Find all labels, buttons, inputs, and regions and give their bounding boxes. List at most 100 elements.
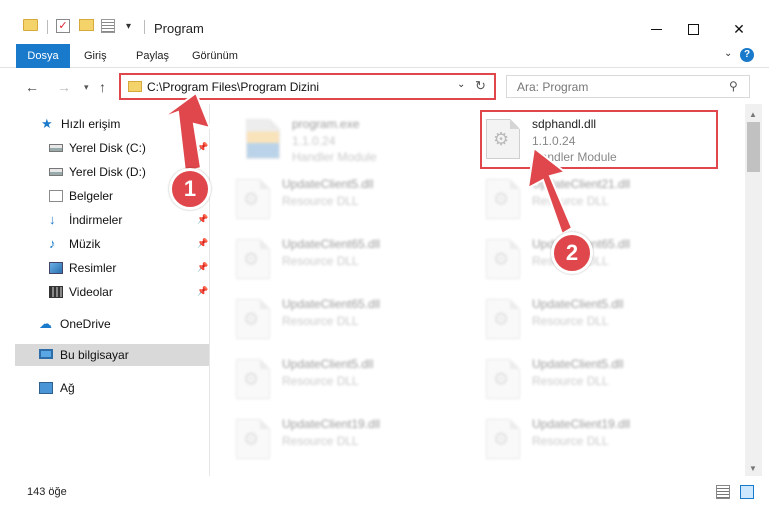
file-description: Resource DLL — [532, 314, 609, 328]
documents-icon — [49, 190, 63, 202]
pictures-icon — [49, 262, 63, 274]
scroll-down-arrow-icon[interactable]: ▼ — [749, 464, 757, 473]
disk-icon — [49, 168, 63, 176]
maximize-button[interactable] — [670, 14, 716, 44]
list-item[interactable]: program.exe 1.1.0.24 Handler Module — [246, 114, 486, 170]
file-name: UpdateClient21.dll — [532, 177, 631, 191]
pin-icon[interactable]: 📌 — [197, 262, 208, 273]
toolbar-separator — [144, 20, 145, 34]
sidebar-item-videos[interactable]: Videolar 📌 — [15, 281, 209, 303]
back-arrow-icon[interactable]: ← — [25, 79, 39, 95]
sidebar-item-onedrive[interactable]: ☁ OneDrive — [15, 313, 209, 335]
list-item[interactable]: ⚙ UpdateClient19.dll Resource DLL — [486, 414, 726, 470]
customize-toolbar-chevron-icon[interactable]: ▾ — [126, 21, 131, 32]
list-item[interactable]: ⚙ UpdateClient21.dll Resource DLL — [486, 174, 726, 230]
pin-icon[interactable]: 📌 — [197, 214, 208, 225]
details-view-icon[interactable] — [716, 485, 730, 499]
tab-share[interactable]: Paylaş — [136, 44, 169, 68]
scroll-up-arrow-icon[interactable]: ▲ — [749, 110, 757, 119]
dll-file-icon: ⚙ — [236, 359, 270, 399]
file-name: UpdateClient65.dll — [282, 297, 381, 311]
gear-icon: ⚙ — [493, 429, 510, 449]
pin-icon[interactable]: 📌 — [197, 142, 208, 153]
video-icon — [49, 286, 63, 298]
gear-icon: ⚙ — [493, 309, 510, 329]
list-item[interactable]: ⚙ UpdateClient5.dll Resource DLL — [236, 354, 476, 410]
dll-file-icon: ⚙ — [236, 179, 270, 219]
file-name: UpdateClient19.dll — [532, 417, 631, 431]
dll-file-icon: ⚙ — [486, 359, 520, 399]
list-item[interactable]: ⚙ UpdateClient65.dll Resource DLL — [486, 234, 726, 290]
maximize-icon — [687, 23, 699, 35]
sidebar-item-quick-access[interactable]: ★ Hızlı erişim — [15, 113, 209, 135]
sidebar-item-music[interactable]: ♪ Müzik 📌 — [15, 233, 209, 255]
gear-icon: ⚙ — [243, 429, 260, 449]
vertical-scrollbar[interactable]: ▲ ▼ — [745, 104, 762, 476]
list-item[interactable]: ⚙ UpdateClient65.dll Resource DLL — [236, 294, 476, 350]
sidebar-item-downloads[interactable]: ↓ İndirmeler 📌 — [15, 209, 209, 231]
recent-locations-chevron-icon[interactable]: ▾ — [84, 82, 89, 93]
expand-ribbon-chevron-icon[interactable]: ⌄ — [724, 48, 732, 59]
download-icon: ↓ — [49, 212, 56, 227]
scrollbar-thumb[interactable] — [747, 122, 760, 172]
file-description: Resource DLL — [532, 374, 609, 388]
close-icon: ✕ — [733, 20, 745, 37]
gear-icon: ⚙ — [243, 369, 260, 389]
file-description: Resource DLL — [282, 434, 359, 448]
list-item[interactable]: ⚙ UpdateClient65.dll Resource DLL — [236, 234, 476, 290]
dll-file-icon: ⚙ — [486, 179, 520, 219]
close-button[interactable]: ✕ — [716, 14, 762, 44]
dll-file-icon: ⚙ — [236, 239, 270, 279]
file-name: UpdateClient19.dll — [282, 417, 381, 431]
file-name: UpdateClient65.dll — [282, 237, 381, 251]
list-item[interactable]: ⚙ UpdateClient5.dll Resource DLL — [486, 354, 726, 410]
up-arrow-icon[interactable]: ↑ — [99, 79, 106, 95]
pin-icon[interactable]: 📌 — [197, 286, 208, 297]
tab-view[interactable]: Görünüm — [192, 44, 238, 68]
callout-badge-2: 2 — [551, 232, 593, 274]
dll-file-icon: ⚙ — [236, 419, 270, 459]
sidebar-item-label: İndirmeler — [69, 213, 123, 227]
toolbar-separator — [47, 20, 48, 34]
list-item[interactable]: ⚙ UpdateClient5.dll Resource DLL — [236, 174, 476, 230]
file-name: UpdateClient5.dll — [532, 357, 624, 371]
help-icon[interactable]: ? — [740, 48, 754, 62]
large-icons-view-icon[interactable] — [740, 485, 754, 499]
sidebar-item-disk-c[interactable]: Yerel Disk (C:) 📌 — [15, 137, 209, 159]
pin-icon[interactable]: 📌 — [197, 238, 208, 249]
sidebar-item-label: Yerel Disk (D:) — [69, 165, 146, 179]
music-icon: ♪ — [49, 236, 56, 251]
file-name: program.exe — [292, 117, 360, 131]
list-item[interactable]: ⚙ UpdateClient5.dll Resource DLL — [486, 294, 726, 350]
gear-icon: ⚙ — [243, 189, 260, 209]
search-input[interactable]: Ara: Program ⚲ — [506, 75, 750, 98]
disk-icon — [49, 144, 63, 152]
sidebar-item-pictures[interactable]: Resimler 📌 — [15, 257, 209, 279]
search-icon[interactable]: ⚲ — [729, 79, 738, 93]
properties-icon[interactable] — [101, 19, 115, 33]
file-description: Resource DLL — [282, 314, 359, 328]
list-item[interactable]: ⚙ UpdateClient19.dll Resource DLL — [236, 414, 476, 470]
minimize-icon — [650, 28, 662, 30]
sidebar-item-this-pc[interactable]: Bu bilgisayar — [15, 344, 209, 366]
new-folder-icon[interactable] — [79, 19, 94, 31]
exe-file-icon — [246, 119, 280, 159]
sidebar-item-label: Belgeler — [69, 189, 114, 203]
network-icon — [39, 382, 53, 394]
sidebar-item-network[interactable]: Ağ — [15, 377, 209, 399]
forward-arrow-icon[interactable]: → — [57, 79, 71, 95]
star-icon: ★ — [41, 116, 53, 131]
file-name: UpdateClient5.dll — [282, 177, 374, 191]
properties-checkbox-icon[interactable]: ✓ — [56, 19, 70, 33]
window-title: Program — [154, 21, 204, 36]
file-description: Resource DLL — [532, 194, 609, 208]
folder-icon — [23, 19, 38, 31]
tab-file[interactable]: Dosya — [16, 44, 70, 68]
address-bar-highlight — [119, 73, 496, 100]
status-bar: 143 öğe — [0, 476, 769, 512]
sidebar-item-label: Resimler — [69, 261, 117, 275]
sidebar-item-label: Yerel Disk (C:) — [69, 141, 146, 155]
tab-home[interactable]: Giriş — [84, 44, 107, 68]
dll-file-icon: ⚙ — [236, 299, 270, 339]
selected-file-highlight — [480, 110, 718, 169]
